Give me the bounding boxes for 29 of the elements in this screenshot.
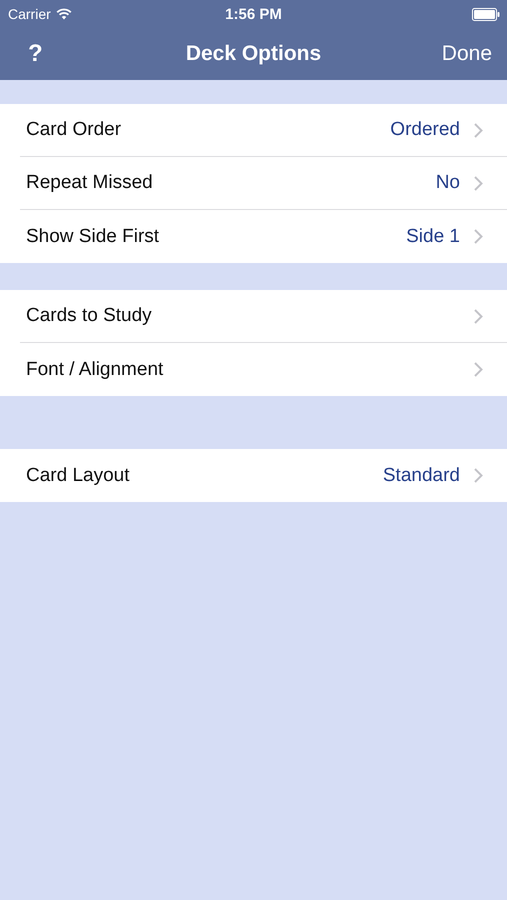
chevron-icon bbox=[474, 176, 483, 190]
row-value: Standard bbox=[382, 464, 460, 486]
done-button[interactable]: Done bbox=[442, 42, 492, 66]
settings-row[interactable]: Card Layout Standard bbox=[20, 449, 507, 502]
chevron-icon bbox=[474, 229, 483, 244]
chevron-icon bbox=[474, 468, 483, 483]
status-time: 1:56 PM bbox=[225, 6, 282, 22]
wifi-icon bbox=[56, 8, 72, 20]
row-label: Show Side First bbox=[26, 226, 160, 248]
help-button[interactable]: ? bbox=[28, 40, 43, 68]
row-value: Side 1 bbox=[406, 226, 460, 248]
row-value: No bbox=[436, 172, 460, 194]
chevron-icon bbox=[474, 308, 483, 324]
row-value: Ordered bbox=[390, 119, 460, 141]
settings-row[interactable]: Cards to Study bbox=[20, 290, 507, 343]
row-label: Card Order bbox=[26, 119, 122, 141]
row-label: Card Layout bbox=[26, 464, 131, 486]
row-label: Repeat Missed bbox=[26, 172, 154, 194]
carrier-name: Carrier bbox=[8, 6, 51, 22]
settings-row[interactable]: Repeat Missed No bbox=[20, 157, 507, 210]
row-label: Cards to Study bbox=[26, 305, 153, 327]
chevron-icon bbox=[474, 122, 483, 138]
settings-row[interactable]: Show Side First Side 1 bbox=[20, 210, 507, 263]
row-label: Font / Alignment bbox=[26, 358, 164, 380]
settings-row[interactable]: Font / Alignment bbox=[20, 343, 507, 396]
settings-row[interactable]: Card Order Ordered bbox=[20, 104, 507, 157]
battery-icon bbox=[472, 8, 500, 20]
screen-title: Deck Options bbox=[186, 42, 322, 66]
chevron-icon bbox=[474, 362, 483, 377]
